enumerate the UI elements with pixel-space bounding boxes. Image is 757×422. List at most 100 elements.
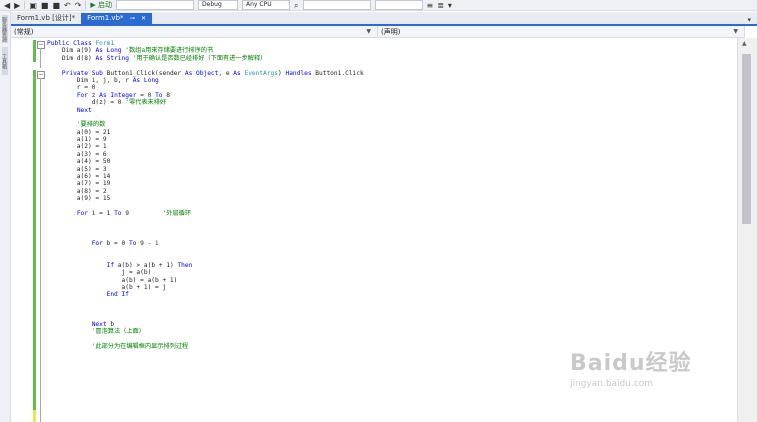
uncomment-icon[interactable]: ≣: [437, 1, 444, 10]
code-token: Form1: [95, 40, 115, 47]
collapse-class-icon[interactable]: −: [37, 41, 45, 49]
code-token: d(z) = 0: [47, 99, 126, 107]
code-line[interactable]: [47, 247, 364, 254]
tab-form1-design[interactable]: Form1.vb [设计]*: [11, 13, 81, 24]
code-line[interactable]: Dim d(8) As String '用于确认是否数已经排好（下面有进一步解释…: [47, 55, 364, 62]
code-line[interactable]: d(z) = 0 '零代表未排好: [47, 99, 364, 106]
save-all-icon[interactable]: ■: [52, 1, 60, 10]
toolbox-tab[interactable]: 工具箱: [2, 47, 8, 75]
code-token: '用于确认是否数已经排好（下面有进一步解释）: [128, 54, 267, 62]
configuration-dropdown[interactable]: Debug: [198, 0, 239, 10]
platform-dropdown[interactable]: Any CPU: [242, 0, 291, 10]
code-line[interactable]: a(7) = 19: [47, 180, 364, 187]
code-line[interactable]: j = a(b): [47, 269, 364, 276]
code-line[interactable]: [47, 203, 364, 210]
code-line[interactable]: For i = 1 To 9 '外层循环: [47, 210, 364, 217]
search-combo[interactable]: [374, 0, 423, 10]
code-token: For: [76, 209, 92, 217]
code-token: 8: [166, 91, 170, 99]
back-icon[interactable]: ◀: [4, 1, 10, 10]
code-line[interactable]: a(2) = 1: [47, 143, 364, 150]
chevron-down-icon: ▼: [733, 28, 738, 35]
target-combo[interactable]: [116, 0, 195, 10]
code-token: r = 0: [47, 84, 96, 92]
left-sidebar: 服务器资源管理器 工具箱: [0, 11, 11, 422]
forward-icon[interactable]: ▶: [14, 1, 20, 10]
code-line[interactable]: '此部分为在编辑框内显示排列过程: [47, 343, 364, 350]
code-line[interactable]: a(0) = 21: [47, 129, 364, 136]
code-line[interactable]: a(5) = 3: [47, 166, 364, 173]
code-token: String: [106, 54, 129, 62]
start-button[interactable]: ▶ 启动: [90, 0, 112, 10]
code-line[interactable]: End If: [47, 291, 364, 298]
code-line[interactable]: [47, 313, 364, 320]
scroll-up-icon[interactable]: ▲: [742, 40, 747, 47]
code-line[interactable]: a(b) = a(b + 1): [47, 277, 364, 284]
code-token: '冒泡算法（上面）: [47, 328, 145, 336]
collapse-sub-icon[interactable]: −: [37, 71, 45, 79]
code-line[interactable]: Private Sub Button1_Click(sender As Obje…: [47, 70, 364, 77]
find-icon[interactable]: ⌕: [294, 1, 298, 10]
code-line[interactable]: For b = 0 To 9 - i: [47, 240, 364, 247]
class-dropdown-value: (常规): [14, 27, 34, 36]
new-project-icon[interactable]: ▣: [29, 1, 37, 10]
code-line[interactable]: a(4) = 50: [47, 158, 364, 165]
code-line[interactable]: Dim a(9) As Long '数组a用来存储要进行排序的书: [47, 47, 364, 54]
code-line[interactable]: [47, 306, 364, 313]
code-line[interactable]: [47, 62, 364, 69]
member-dropdown[interactable]: (声明) ▼: [378, 26, 745, 37]
code-line[interactable]: a(8) = 2: [47, 188, 364, 195]
code-line[interactable]: [47, 254, 364, 261]
find-combo[interactable]: [302, 0, 371, 10]
toolbar-options-icon[interactable]: ▾: [448, 1, 452, 10]
code-line[interactable]: a(b + 1) = j: [47, 284, 364, 291]
code-token: As: [132, 76, 144, 84]
code-token: a(1) = 9: [47, 136, 107, 144]
code-line[interactable]: Dim i, j, b, r As Long: [47, 77, 364, 84]
code-token: Long: [106, 47, 122, 55]
code-line[interactable]: '要排的数: [47, 121, 364, 128]
code-line[interactable]: r = 0: [47, 84, 364, 91]
code-line[interactable]: Next: [47, 107, 364, 114]
code-line[interactable]: [47, 299, 364, 306]
class-dropdown[interactable]: (常规) ▼: [11, 26, 378, 37]
code-token: '此部分为在编辑框内显示排列过程: [47, 343, 189, 351]
code-line[interactable]: If a(b) > a(b + 1) Then: [47, 262, 364, 269]
close-icon[interactable]: ✕: [141, 15, 146, 22]
code-line[interactable]: '冒泡算法（上面）: [47, 328, 364, 335]
change-marker-saved: [33, 40, 36, 62]
code-line[interactable]: [47, 225, 364, 232]
undo-icon[interactable]: ↶: [64, 1, 71, 10]
server-explorer-tab[interactable]: 服务器资源管理器: [2, 15, 8, 43]
tab-overflow-icon[interactable]: ▾: [747, 16, 757, 24]
save-icon[interactable]: ■: [41, 1, 49, 10]
code-line[interactable]: [47, 232, 364, 239]
code-line[interactable]: a(6) = 14: [47, 173, 364, 180]
code-token: b = 0: [106, 239, 129, 247]
code-token: '要排的数: [47, 121, 106, 129]
code-line[interactable]: a(9) = 15: [47, 195, 364, 202]
code-text[interactable]: Public Class Form1 Dim a(9) As Long '数组a…: [47, 40, 364, 350]
code-line[interactable]: a(3) = 6: [47, 151, 364, 158]
code-token: For: [91, 239, 107, 247]
vertical-scrollbar[interactable]: ▲: [737, 38, 757, 422]
code-line[interactable]: a(1) = 9: [47, 136, 364, 143]
tab-form1-code[interactable]: Form1.vb* ⊸ ✕: [81, 13, 153, 24]
pin-icon[interactable]: ⊸: [130, 15, 135, 22]
redo-icon[interactable]: ↷: [75, 1, 82, 10]
code-token: Dim i, j, b, r: [47, 76, 133, 84]
code-token: '外层循环: [162, 209, 192, 217]
code-line[interactable]: [47, 336, 364, 343]
code-token: a(9) = 15: [47, 195, 111, 203]
comment-icon[interactable]: ≡: [427, 1, 434, 10]
code-token: 9 - i: [140, 239, 159, 247]
code-token: j = a(b): [47, 269, 152, 277]
scroll-thumb[interactable]: [742, 54, 751, 224]
code-token: Class: [73, 40, 96, 47]
code-token: '数组a用来存储要进行排序的书: [121, 47, 214, 55]
code-line[interactable]: [47, 217, 364, 224]
